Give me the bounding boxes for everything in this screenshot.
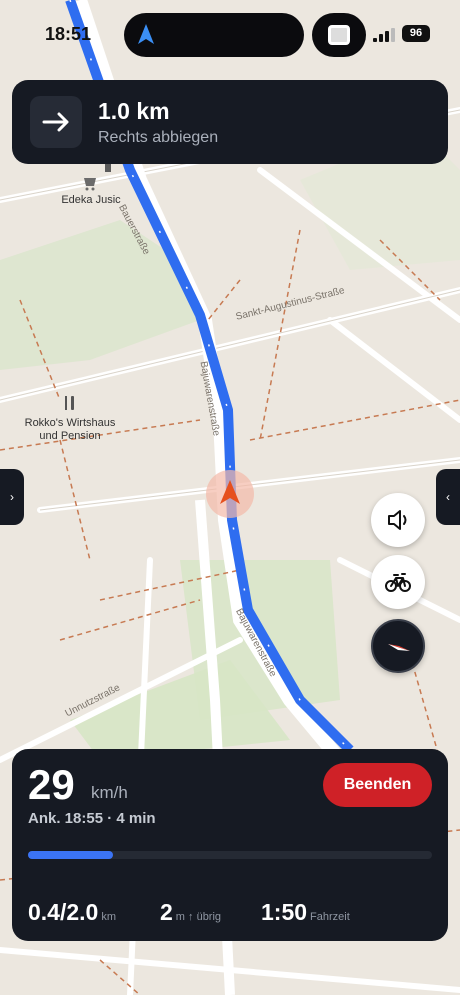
left-panel-handle[interactable]: › — [0, 469, 24, 525]
route-progress-fill — [28, 851, 113, 859]
poi-label-edeka[interactable]: Edeka Jusic — [55, 194, 127, 207]
maneuver-instruction: Rechts abbiegen — [98, 129, 219, 146]
sound-button[interactable] — [371, 493, 425, 547]
distance-stat: 0.4/2.0 km — [28, 899, 116, 926]
signal-icon — [373, 28, 395, 42]
arrow-right-icon — [42, 112, 69, 132]
current-speed: 29 — [28, 761, 75, 808]
end-navigation-button[interactable]: Beenden — [323, 763, 432, 807]
trip-panel: 29 km/h Ank. 18:55 · 4 min Beenden 0.4/2… — [12, 749, 448, 941]
status-bar: 18:51 96 — [0, 0, 460, 70]
bicycle-icon — [385, 573, 411, 592]
status-time: 18:51 — [45, 24, 92, 44]
maneuver-box — [30, 96, 82, 148]
elevation-unit: m ↑ übrig — [175, 911, 222, 923]
distance-value: 0.4/2.0 — [28, 899, 99, 925]
elevation-stat: 2m ↑ übrig — [160, 899, 221, 926]
elevation-value: 2 — [160, 899, 173, 925]
battery-indicator: 96 — [402, 25, 430, 42]
navigation-arrow-icon — [138, 24, 154, 44]
distance-unit: km — [101, 911, 117, 923]
compass-icon — [388, 644, 410, 651]
chevron-right-icon: › — [10, 490, 14, 504]
speaker-icon — [388, 510, 407, 530]
route-progress-bar — [28, 851, 432, 859]
time-value: 1:50 — [261, 899, 308, 925]
profile-button[interactable] — [371, 555, 425, 609]
speed-unit: km/h — [91, 783, 128, 802]
dynamic-island[interactable] — [124, 13, 304, 57]
chevron-left-icon: ‹ — [446, 490, 450, 504]
time-unit: Fahrzeit — [310, 911, 350, 923]
live-activity-icon[interactable] — [312, 13, 366, 57]
navigation-instruction-card[interactable]: 1.0 km Rechts abbiegen — [12, 80, 448, 164]
time-stat: 1:50 Fahrzeit — [261, 899, 350, 926]
arrival-estimate: Ank. 18:55 · 4 min — [28, 810, 156, 827]
maneuver-distance: 1.0 km — [98, 98, 170, 124]
right-panel-handle[interactable]: ‹ — [436, 469, 460, 525]
compass-button[interactable] — [371, 619, 425, 673]
poi-label-rokkos[interactable]: Rokko's Wirtshaus und Pension — [20, 417, 120, 443]
